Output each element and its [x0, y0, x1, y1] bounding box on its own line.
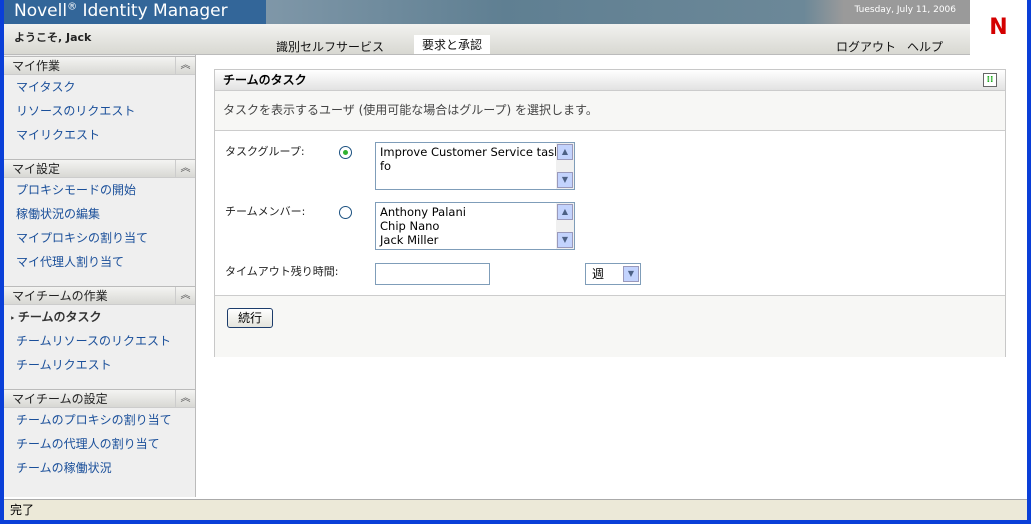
logout-link[interactable]: ログアウト — [828, 37, 904, 56]
sidebar-section: マイ作業 ︽ マイタスクリソースのリクエスト マイリクエスト — [4, 56, 195, 147]
sidebar: マイ作業 ︽ マイタスクリソースのリクエスト マイリクエストマイ設定 ︽ プロキシモードの… — [4, 55, 196, 497]
sidebar-item-label: チームリクエスト — [16, 358, 112, 372]
scroll-up-icon[interactable]: ▲ — [557, 204, 573, 220]
sidebar-section: マイチームの作業 ︽ ‣ チームのタスク チームリソースのリクエスト チームリクエスト — [4, 286, 195, 377]
date: Tuesday, July 11, 2006 — [854, 5, 956, 15]
collapse-icon[interactable]: ︽ — [175, 160, 195, 178]
sidebar-item[interactable]: チームの稼働状況 — [4, 456, 195, 480]
sidebar-item-label: リソースのリクエスト — [16, 104, 136, 118]
scroll-down-icon[interactable]: ▼ — [557, 172, 573, 188]
scroll-up-icon[interactable]: ▲ — [557, 144, 573, 160]
task-group-list[interactable]: Improve Customer Service task fo ▲ ▼ — [375, 142, 575, 190]
team-member-label: チームメンバー: — [225, 205, 306, 218]
sidebar-section-header: マイ設定 ︽ — [4, 159, 195, 178]
sidebar-item[interactable]: チームリクエスト — [4, 353, 195, 377]
team-member-list[interactable]: Anthony Palani Chip Nano Jack Miller ▲ ▼ — [375, 202, 575, 250]
sidebar-item[interactable]: プロキシモードの開始 — [4, 178, 195, 202]
task-group-label: タスクグループ: — [225, 145, 305, 158]
tab-identity-self-service[interactable]: 識別セルフサービス — [268, 37, 392, 56]
browser-window: Novell® Identity Manager Tuesday, July 1… — [4, 0, 1027, 520]
sidebar-section-header: マイチームの作業 ︽ — [4, 286, 195, 305]
timeout-input[interactable] — [375, 263, 490, 285]
sidebar-section-header: マイ作業 ︽ — [4, 56, 195, 75]
sidebar-item[interactable]: チームの代理人の割り当て — [4, 432, 195, 456]
sidebar-item[interactable]: チームリソースのリクエスト — [4, 329, 195, 353]
sidebar-item[interactable]: マイプロキシの割り当て — [4, 226, 195, 250]
sidebar-item[interactable]: 稼働状況の編集 — [4, 202, 195, 226]
sidebar-item-label: チームの稼働状況 — [16, 461, 112, 475]
section-title: マイ設定 — [12, 162, 61, 176]
scrollbar[interactable]: ▲ ▼ — [556, 203, 574, 249]
panel-header: チームのタスク ⁞⁞ — [215, 70, 1005, 91]
sidebar-item-label: チームのプロキシの割り当て — [16, 413, 172, 427]
sidebar-item[interactable]: マイタスク — [4, 75, 195, 99]
sidebar-item-label: チームリソースのリクエスト — [16, 334, 172, 348]
status-bar: 完了 — [4, 499, 1027, 520]
sidebar-item-label: マイリクエスト — [16, 128, 101, 142]
list-option[interactable]: Chip Nano — [380, 219, 570, 233]
section-title: マイ作業 — [12, 59, 61, 73]
unit-value: 週 — [592, 267, 605, 281]
sidebar-item[interactable]: マイリクエスト — [4, 123, 195, 147]
section-title: マイチームの設定 — [12, 392, 108, 406]
list-option[interactable]: Anthony Palani — [380, 205, 570, 219]
continue-button[interactable]: 続行 — [227, 308, 273, 328]
panel-menu-icon[interactable]: ⁞⁞ — [983, 73, 997, 87]
collapse-icon[interactable]: ︽ — [175, 390, 195, 408]
tab-requests-approvals[interactable]: 要求と承認 — [414, 35, 491, 54]
scroll-down-icon[interactable]: ▼ — [557, 232, 573, 248]
sidebar-item-label: マイタスク — [16, 80, 76, 94]
collapse-icon[interactable]: ︽ — [175, 57, 195, 75]
sidebar-item[interactable]: リソースのリクエスト — [4, 99, 195, 123]
sidebar-item-label: マイプロキシの割り当て — [16, 231, 149, 245]
sidebar-item-label: プロキシモードの開始 — [16, 183, 137, 197]
list-option[interactable]: Jack Miller — [380, 233, 570, 247]
collapse-icon[interactable]: ︽ — [175, 287, 195, 305]
sidebar-item[interactable]: チームのプロキシの割り当て — [4, 408, 195, 432]
panel-footer: 続行 — [215, 295, 1005, 357]
unit-select[interactable]: 週 ▼ — [585, 263, 641, 285]
section-title: マイチームの作業 — [12, 289, 108, 303]
help-link[interactable]: ヘルプ — [899, 37, 951, 56]
team-member-radio[interactable] — [339, 206, 352, 219]
sidebar-section: マイチームの設定 ︽ チームのプロキシの割り当て チームの代理人の割り当て チームの稼働… — [4, 389, 195, 480]
novell-logo: N — [970, 0, 1027, 55]
sidebar-item[interactable]: ‣ チームのタスク — [4, 305, 195, 329]
sidebar-item-label: チームの代理人の割り当て — [16, 437, 160, 451]
chevron-down-icon[interactable]: ▼ — [623, 266, 639, 282]
sidebar-item-label: チームのタスク — [17, 310, 102, 324]
sidebar-section: マイ設定 ︽ プロキシモードの開始 稼働状況の編集マイプロキシの割り当て マイ代理人割り… — [4, 159, 195, 274]
welcome-text: ようこそ, Jack — [14, 31, 92, 44]
banner: Novell® Identity Manager Tuesday, July 1… — [4, 0, 970, 24]
current-item-icon: ‣ — [10, 314, 18, 323]
scrollbar[interactable]: ▲ ▼ — [556, 143, 574, 189]
task-group-radio[interactable] — [339, 146, 352, 159]
list-option[interactable]: Improve Customer Service task fo — [380, 145, 570, 173]
sidebar-item-label: マイ代理人割り当て — [16, 255, 125, 269]
team-tasks-panel: チームのタスク ⁞⁞ タスクを表示するユーザ (使用可能な場合はグループ) を選択… — [214, 69, 1006, 357]
panel-title: チームのタスク — [223, 73, 307, 87]
app-title: Novell® Identity Manager — [14, 1, 228, 21]
sidebar-item[interactable]: マイ代理人割り当て — [4, 250, 195, 274]
nav-bar: ようこそ, Jack 識別セルフサービス 要求と承認 ログアウト ヘルプ — [4, 24, 970, 55]
panel-description: タスクを表示するユーザ (使用可能な場合はグループ) を選択します。 — [215, 91, 1005, 131]
timeout-label: タイムアウト残り時間: — [225, 265, 339, 278]
sidebar-item-label: 稼働状況の編集 — [16, 207, 101, 221]
sidebar-section-header: マイチームの設定 ︽ — [4, 389, 195, 408]
